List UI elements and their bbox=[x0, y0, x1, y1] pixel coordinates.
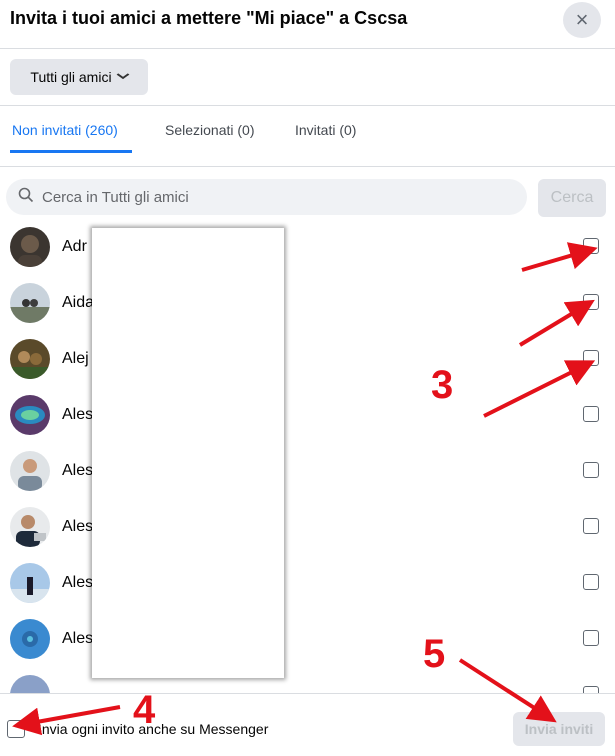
friend-checkbox[interactable] bbox=[583, 238, 599, 254]
friend-checkbox[interactable] bbox=[583, 350, 599, 366]
divider bbox=[0, 48, 615, 49]
friend-name: Ales bbox=[62, 518, 94, 535]
friend-checkbox[interactable] bbox=[583, 630, 599, 646]
dialog-title: Invita i tuoi amici a mettere "Mi piace"… bbox=[10, 8, 408, 28]
divider bbox=[0, 166, 615, 167]
avatar bbox=[10, 563, 50, 603]
friend-name: Ales bbox=[62, 462, 94, 479]
avatar bbox=[10, 675, 50, 693]
search-icon bbox=[18, 187, 34, 208]
step-3-label: 3 bbox=[431, 363, 454, 407]
tab-invited[interactable]: Invitati (0) bbox=[295, 122, 356, 138]
avatar bbox=[10, 395, 50, 435]
friend-checkbox[interactable] bbox=[583, 406, 599, 422]
friends-filter-dropdown[interactable]: Tutti gli amici bbox=[10, 59, 148, 95]
active-tab-indicator bbox=[10, 150, 132, 153]
avatar bbox=[10, 507, 50, 547]
friend-name: Ales bbox=[62, 630, 94, 647]
step-5-label: 5 bbox=[423, 632, 446, 676]
tab-not-invited[interactable]: Non invitati (260) bbox=[12, 122, 118, 138]
tab-selected[interactable]: Selezionati (0) bbox=[165, 122, 255, 138]
redaction-box bbox=[92, 228, 284, 678]
friend-name: Ales bbox=[62, 406, 94, 423]
messenger-checkbox[interactable] bbox=[7, 720, 25, 738]
friend-checkbox[interactable] bbox=[583, 294, 599, 310]
close-icon: × bbox=[575, 7, 589, 32]
avatar bbox=[10, 451, 50, 491]
friend-name: Aida bbox=[62, 294, 95, 311]
friend-name: Adr bbox=[62, 238, 87, 255]
friend-checkbox[interactable] bbox=[583, 462, 599, 478]
step-4-label: 4 bbox=[133, 688, 156, 732]
close-button[interactable]: × bbox=[563, 2, 601, 38]
avatar bbox=[10, 339, 50, 379]
search-field[interactable] bbox=[6, 179, 527, 215]
divider bbox=[0, 693, 615, 694]
avatar bbox=[10, 619, 50, 659]
search-button[interactable]: Cerca bbox=[538, 179, 606, 217]
divider bbox=[0, 105, 615, 106]
dropdown-label: Tutti gli amici bbox=[30, 69, 112, 85]
avatar bbox=[10, 227, 50, 267]
friend-checkbox[interactable] bbox=[583, 574, 599, 590]
friend-checkbox[interactable] bbox=[583, 686, 599, 693]
friend-name: Alej bbox=[62, 350, 89, 367]
friend-checkbox[interactable] bbox=[583, 518, 599, 534]
send-invites-button[interactable]: Invia inviti bbox=[513, 712, 605, 746]
avatar bbox=[10, 283, 50, 323]
search-input[interactable] bbox=[40, 187, 504, 207]
friend-name: Ales bbox=[62, 574, 94, 591]
chevron-down-icon bbox=[116, 72, 130, 83]
